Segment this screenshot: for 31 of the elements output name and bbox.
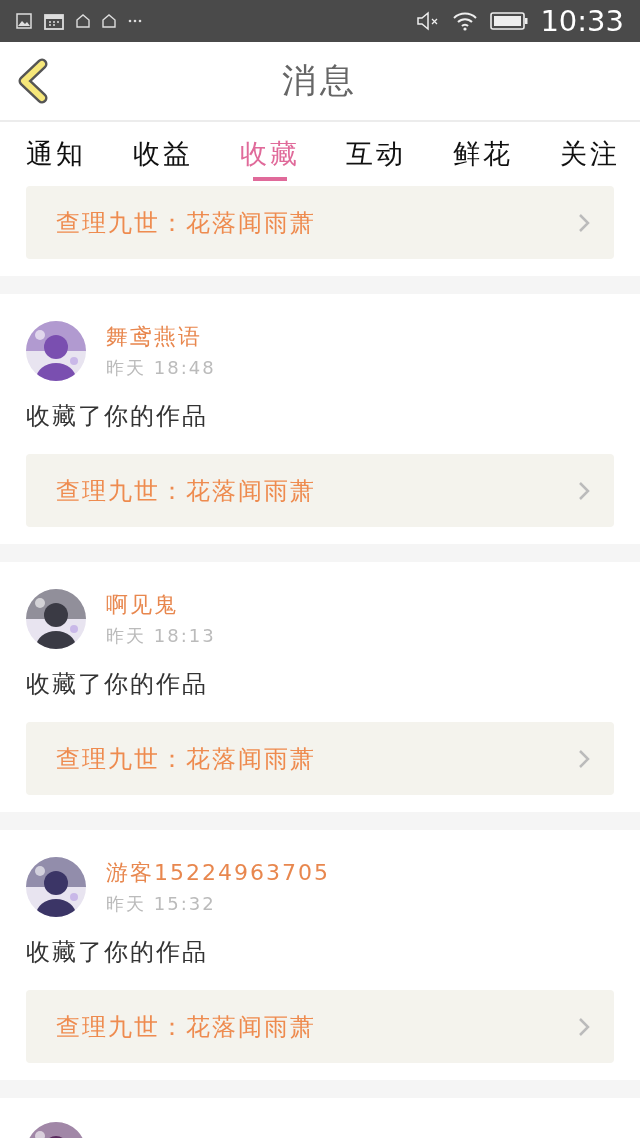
- message-text: 收藏了你的作品: [26, 669, 209, 700]
- work-link[interactable]: 查理九世：花落闻雨萧: [26, 454, 614, 527]
- back-button[interactable]: [16, 58, 50, 104]
- user-name[interactable]: 啊见鬼: [106, 590, 216, 620]
- message-time: 昨天 18:13: [106, 624, 216, 648]
- user-name[interactable]: 游客15224963705: [106, 858, 330, 888]
- clock-time: 10:33: [540, 4, 624, 38]
- image-icon: [16, 13, 32, 29]
- tab[interactable]: 通知: [26, 122, 86, 186]
- chevron-right-icon: [578, 212, 590, 233]
- battery-icon: [490, 12, 529, 30]
- chevron-right-icon: [578, 480, 590, 501]
- work-link[interactable]: 查理九世：花落闻雨萧: [26, 722, 614, 795]
- chevron-right-icon: [578, 748, 590, 769]
- message-time: 昨天 18:48: [106, 356, 216, 380]
- chevron-right-icon: [578, 1016, 590, 1037]
- tab[interactable]: 互动: [346, 122, 407, 186]
- user-name[interactable]: 舞鸢燕语: [106, 322, 216, 352]
- message-time: 昨天 15:32: [106, 892, 217, 916]
- tab[interactable]: 收益: [132, 122, 193, 186]
- message-text: 收藏了你的作品: [26, 937, 209, 968]
- message-text: 收藏了你的作品: [26, 401, 209, 432]
- work-link[interactable]: 查理九世：花落闻雨萧: [26, 990, 614, 1063]
- wifi-icon: [452, 11, 479, 31]
- tab[interactable]: 收藏: [239, 122, 300, 186]
- page-title: 消息: [282, 59, 358, 102]
- tab[interactable]: 鲜花: [453, 122, 514, 186]
- tab[interactable]: 关注: [560, 122, 620, 186]
- work-link[interactable]: 查理九世：花落闻雨萧: [26, 186, 614, 259]
- calendar-icon: [44, 12, 64, 30]
- more-icon: [128, 19, 142, 23]
